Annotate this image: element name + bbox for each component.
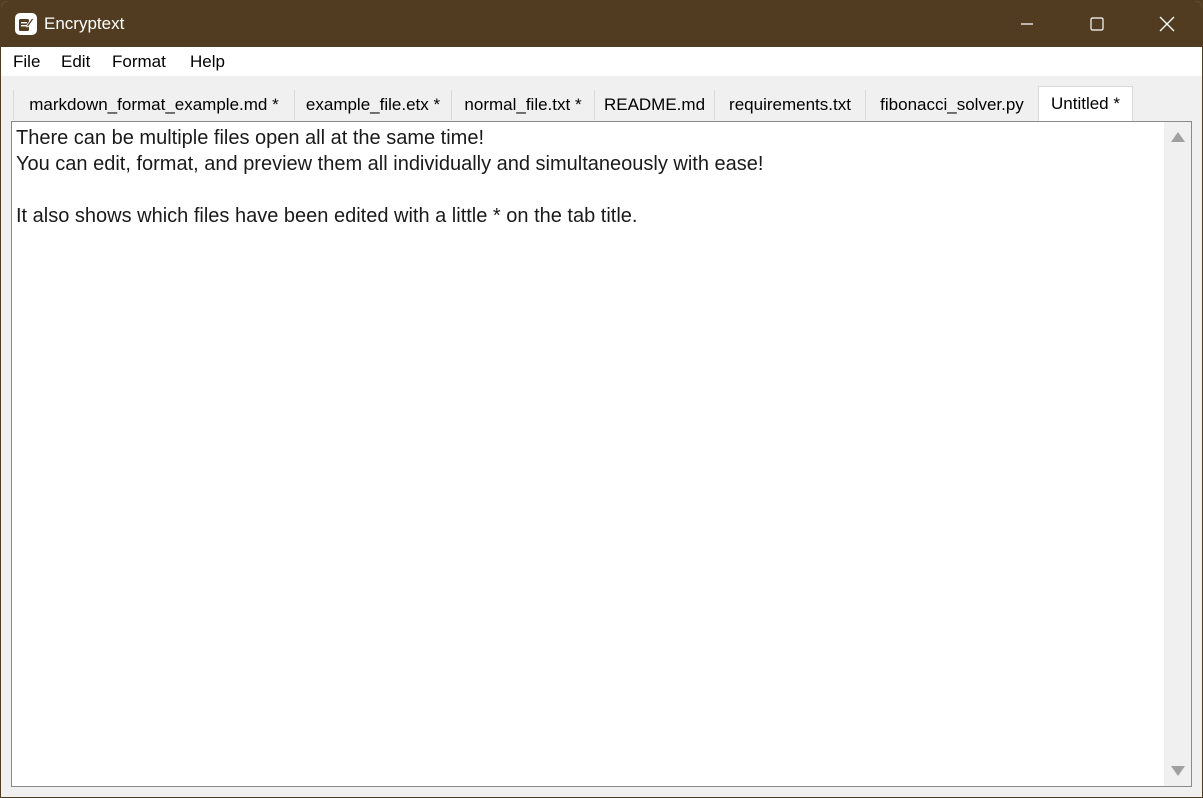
- tab-markdown-format-example[interactable]: markdown_format_example.md *: [13, 90, 295, 120]
- tab-fibonacci-solver[interactable]: fibonacci_solver.py: [865, 90, 1039, 120]
- minimize-icon: [1021, 23, 1033, 25]
- menu-help[interactable]: Help: [190, 52, 225, 72]
- vertical-scrollbar[interactable]: [1164, 122, 1191, 786]
- close-icon: [1159, 16, 1175, 32]
- editor: There can be multiple files open all at …: [11, 121, 1192, 787]
- close-button[interactable]: [1132, 1, 1202, 47]
- menu-file[interactable]: File: [13, 52, 40, 72]
- editor-line: There can be multiple files open all at …: [16, 127, 485, 149]
- menu-bar: File Edit Format Help: [1, 47, 1202, 76]
- menu-format[interactable]: Format: [112, 52, 166, 72]
- minimize-button[interactable]: [992, 1, 1062, 47]
- tab-example-file[interactable]: example_file.etx *: [294, 90, 452, 120]
- title-bar[interactable]: Encryptext: [1, 1, 1202, 47]
- notepad-pencil-icon: [15, 13, 37, 35]
- editor-text-area[interactable]: There can be multiple files open all at …: [16, 125, 1161, 781]
- file-tabs: markdown_format_example.md * example_fil…: [1, 76, 1202, 121]
- window-title: Encryptext: [44, 14, 125, 33]
- tab-untitled[interactable]: Untitled *: [1038, 86, 1133, 121]
- app-window: Encryptext File Edit Format Help markdow…: [0, 0, 1203, 798]
- editor-line: It also shows which files have been edit…: [16, 205, 638, 227]
- scroll-up-arrow-icon[interactable]: [1171, 132, 1185, 142]
- scroll-down-arrow-icon[interactable]: [1171, 766, 1185, 776]
- tab-readme[interactable]: README.md: [594, 90, 715, 120]
- editor-line: You can edit, format, and preview them a…: [16, 153, 764, 175]
- maximize-button[interactable]: [1062, 1, 1132, 47]
- maximize-icon: [1090, 17, 1104, 31]
- tab-requirements[interactable]: requirements.txt: [714, 90, 866, 120]
- tab-normal-file[interactable]: normal_file.txt *: [451, 90, 595, 120]
- menu-edit[interactable]: Edit: [61, 52, 90, 72]
